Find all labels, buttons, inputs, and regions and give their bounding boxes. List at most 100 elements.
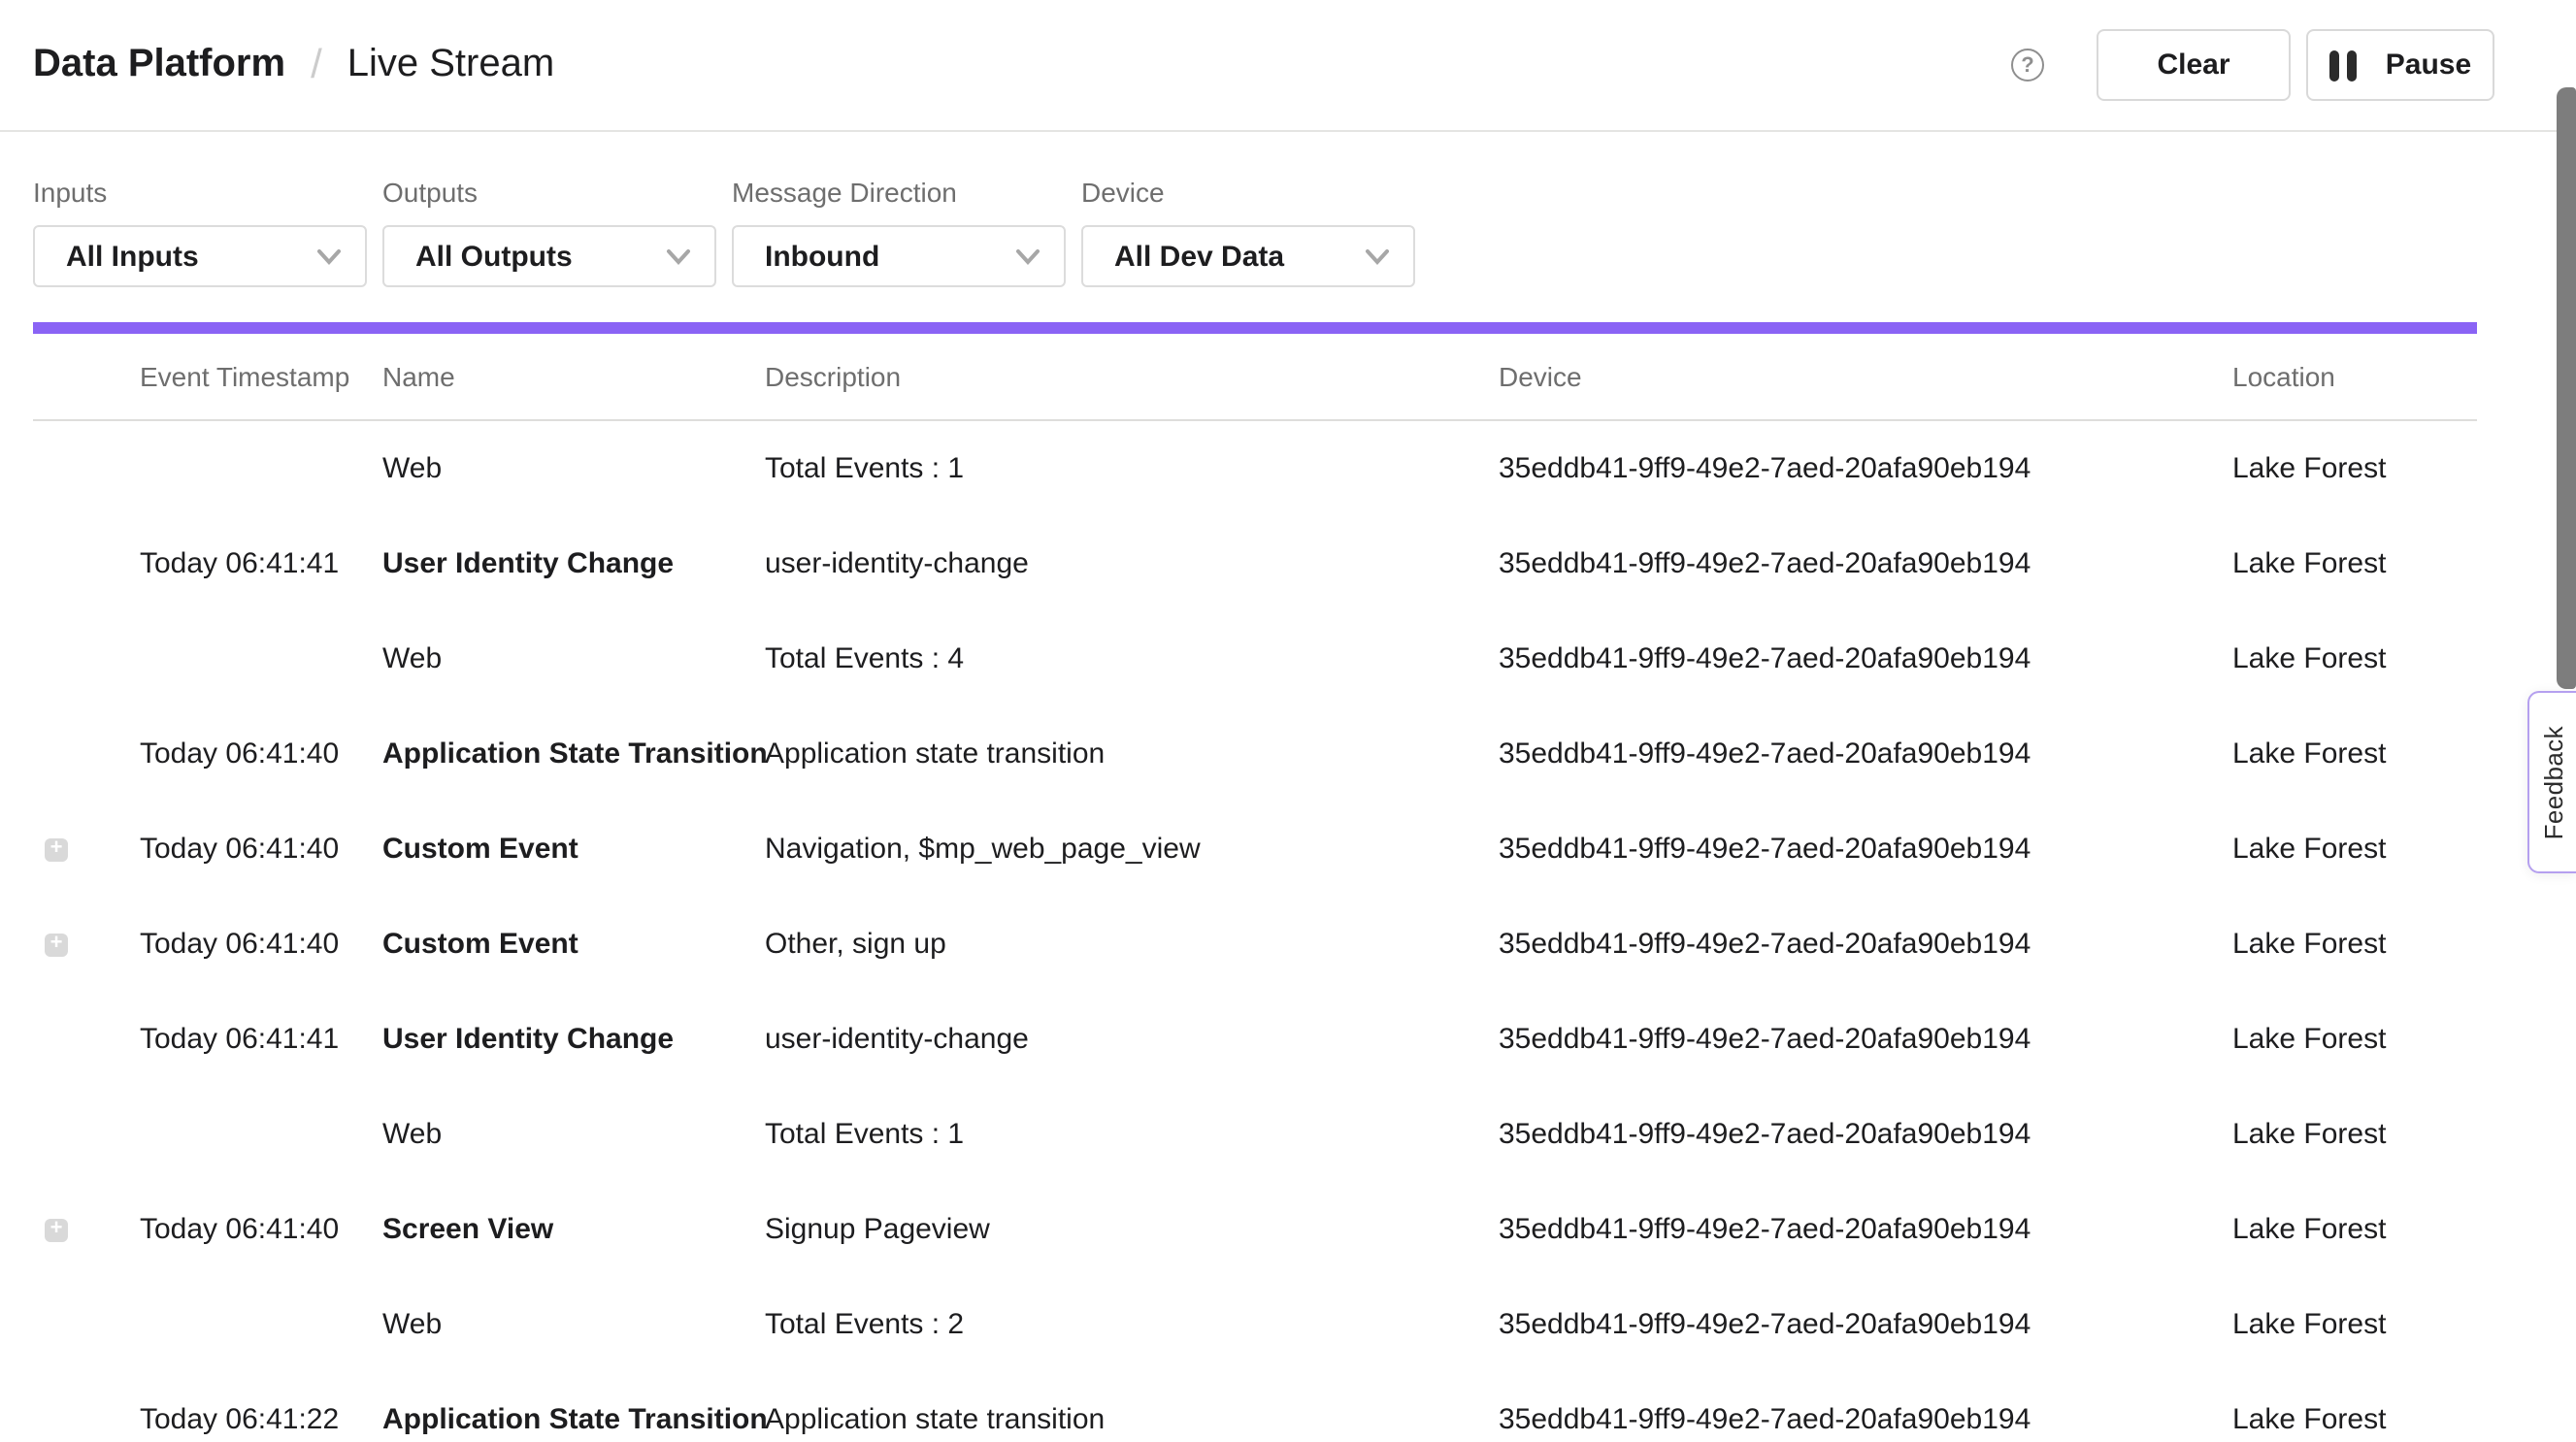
- table-row[interactable]: + Web Total Events : 4 35eddb41-9ff9-49e…: [33, 611, 2477, 706]
- device-select[interactable]: All Dev Data: [1081, 225, 1415, 287]
- table-header: Event Timestamp Name Description Device …: [33, 334, 2477, 421]
- device-select-value: All Dev Data: [1114, 240, 1353, 273]
- cell-description: Total Events : 2: [765, 1308, 1499, 1341]
- cell-device: 35eddb41-9ff9-49e2-7aed-20afa90eb194: [1499, 547, 2232, 580]
- clear-button-label: Clear: [2157, 49, 2229, 82]
- feedback-tab[interactable]: Feedback: [2527, 691, 2576, 873]
- cell-location: Lake Forest: [2232, 452, 2477, 485]
- header-actions: ? Clear Pause: [2011, 29, 2494, 101]
- cell-name: Web: [382, 452, 765, 485]
- cell-location: Lake Forest: [2232, 642, 2477, 675]
- cell-description: Application state transition: [765, 1403, 1499, 1436]
- chevron-down-icon: [1015, 247, 1040, 265]
- inputs-select-value: All Inputs: [66, 240, 305, 273]
- filter-group-device: Device All Dev Data: [1081, 177, 1431, 287]
- cell-name: Web: [382, 1308, 765, 1341]
- outputs-select[interactable]: All Outputs: [382, 225, 716, 287]
- pause-icon: [2329, 49, 2357, 81]
- cell-timestamp: Today 06:41:22: [140, 1403, 382, 1436]
- outputs-select-value: All Outputs: [415, 240, 654, 273]
- cell-name: Custom Event: [382, 833, 765, 866]
- cell-timestamp: Today 06:41:41: [140, 547, 382, 580]
- col-event-timestamp: Event Timestamp: [140, 361, 382, 392]
- feedback-tab-label: Feedback: [2538, 725, 2567, 838]
- cell-expand: +: [33, 837, 140, 861]
- cell-description: user-identity-change: [765, 1023, 1499, 1056]
- cell-location: Lake Forest: [2232, 833, 2477, 866]
- cell-location: Lake Forest: [2232, 1403, 2477, 1436]
- cell-description: Other, sign up: [765, 928, 1499, 961]
- expand-row-button[interactable]: +: [45, 933, 68, 956]
- cell-description: user-identity-change: [765, 547, 1499, 580]
- filter-group-message-direction: Message Direction Inbound: [732, 177, 1081, 287]
- message-direction-select[interactable]: Inbound: [732, 225, 1066, 287]
- cell-timestamp: Today 06:41:41: [140, 1023, 382, 1056]
- table-row[interactable]: + Today 06:41:40 Custom Event Other, sig…: [33, 897, 2477, 992]
- cell-name: Application State Transition: [382, 737, 765, 770]
- filter-label: Inputs: [33, 177, 382, 208]
- message-direction-select-value: Inbound: [765, 240, 1004, 273]
- cell-name: User Identity Change: [382, 547, 765, 580]
- breadcrumb: Data Platform / Live Stream: [33, 42, 554, 88]
- chevron-down-icon: [316, 247, 342, 265]
- plus-icon: +: [50, 838, 63, 860]
- live-indicator-bar: [33, 322, 2477, 334]
- cell-description: Total Events : 1: [765, 452, 1499, 485]
- filter-group-inputs: Inputs All Inputs: [33, 177, 382, 287]
- table-row[interactable]: + Web Total Events : 1 35eddb41-9ff9-49e…: [33, 1087, 2477, 1182]
- plus-icon: +: [50, 1219, 63, 1240]
- cell-timestamp: Today 06:41:40: [140, 737, 382, 770]
- table-row[interactable]: + Today 06:41:41 User Identity Change us…: [33, 516, 2477, 611]
- cell-description: Application state transition: [765, 737, 1499, 770]
- events-table: Event Timestamp Name Description Device …: [33, 334, 2477, 1442]
- col-description: Description: [765, 361, 1499, 392]
- cell-timestamp: Today 06:41:40: [140, 1213, 382, 1246]
- inputs-select[interactable]: All Inputs: [33, 225, 367, 287]
- cell-device: 35eddb41-9ff9-49e2-7aed-20afa90eb194: [1499, 928, 2232, 961]
- question-mark-icon: ?: [2021, 53, 2033, 77]
- cell-description: Total Events : 1: [765, 1118, 1499, 1151]
- cell-name: Custom Event: [382, 928, 765, 961]
- cell-description: Signup Pageview: [765, 1213, 1499, 1246]
- table-row[interactable]: + Today 06:41:40 Custom Event Navigation…: [33, 802, 2477, 897]
- cell-device: 35eddb41-9ff9-49e2-7aed-20afa90eb194: [1499, 1308, 2232, 1341]
- breadcrumb-item-data-platform[interactable]: Data Platform: [33, 43, 285, 87]
- cell-location: Lake Forest: [2232, 928, 2477, 961]
- breadcrumb-separator: /: [311, 42, 322, 88]
- filter-label: Device: [1081, 177, 1431, 208]
- table-row[interactable]: + Today 06:41:40 Screen View Signup Page…: [33, 1182, 2477, 1277]
- cell-device: 35eddb41-9ff9-49e2-7aed-20afa90eb194: [1499, 1403, 2232, 1436]
- help-button[interactable]: ?: [2011, 49, 2044, 82]
- pause-button[interactable]: Pause: [2306, 29, 2494, 101]
- cell-device: 35eddb41-9ff9-49e2-7aed-20afa90eb194: [1499, 642, 2232, 675]
- page-header: Data Platform / Live Stream ? Clear Paus…: [0, 0, 2576, 132]
- chevron-down-icon: [1365, 247, 1390, 265]
- cell-description: Navigation, $mp_web_page_view: [765, 833, 1499, 866]
- cell-expand: +: [33, 933, 140, 956]
- breadcrumb-item-live-stream: Live Stream: [347, 43, 554, 87]
- expand-row-button[interactable]: +: [45, 837, 68, 861]
- scrollbar-thumb[interactable]: [2557, 87, 2576, 689]
- cell-description: Total Events : 4: [765, 642, 1499, 675]
- table-row[interactable]: + Today 06:41:22 Application State Trans…: [33, 1372, 2477, 1442]
- col-device: Device: [1499, 361, 2232, 392]
- clear-button[interactable]: Clear: [2097, 29, 2291, 101]
- cell-location: Lake Forest: [2232, 547, 2477, 580]
- cell-device: 35eddb41-9ff9-49e2-7aed-20afa90eb194: [1499, 1118, 2232, 1151]
- pause-button-label: Pause: [2386, 49, 2471, 82]
- table-body: + Web Total Events : 1 35eddb41-9ff9-49e…: [33, 421, 2477, 1442]
- table-row[interactable]: + Web Total Events : 1 35eddb41-9ff9-49e…: [33, 421, 2477, 516]
- table-row[interactable]: + Today 06:41:40 Application State Trans…: [33, 706, 2477, 802]
- table-row[interactable]: + Today 06:41:41 User Identity Change us…: [33, 992, 2477, 1087]
- filter-label: Message Direction: [732, 177, 1081, 208]
- expand-row-button[interactable]: +: [45, 1218, 68, 1241]
- cell-device: 35eddb41-9ff9-49e2-7aed-20afa90eb194: [1499, 1213, 2232, 1246]
- cell-location: Lake Forest: [2232, 1308, 2477, 1341]
- chevron-down-icon: [666, 247, 691, 265]
- cell-device: 35eddb41-9ff9-49e2-7aed-20afa90eb194: [1499, 452, 2232, 485]
- cell-location: Lake Forest: [2232, 1118, 2477, 1151]
- cell-device: 35eddb41-9ff9-49e2-7aed-20afa90eb194: [1499, 1023, 2232, 1056]
- table-row[interactable]: + Web Total Events : 2 35eddb41-9ff9-49e…: [33, 1277, 2477, 1372]
- filters-bar: Inputs All Inputs Outputs All Outputs Me…: [0, 132, 2576, 287]
- cell-name: Screen View: [382, 1213, 765, 1246]
